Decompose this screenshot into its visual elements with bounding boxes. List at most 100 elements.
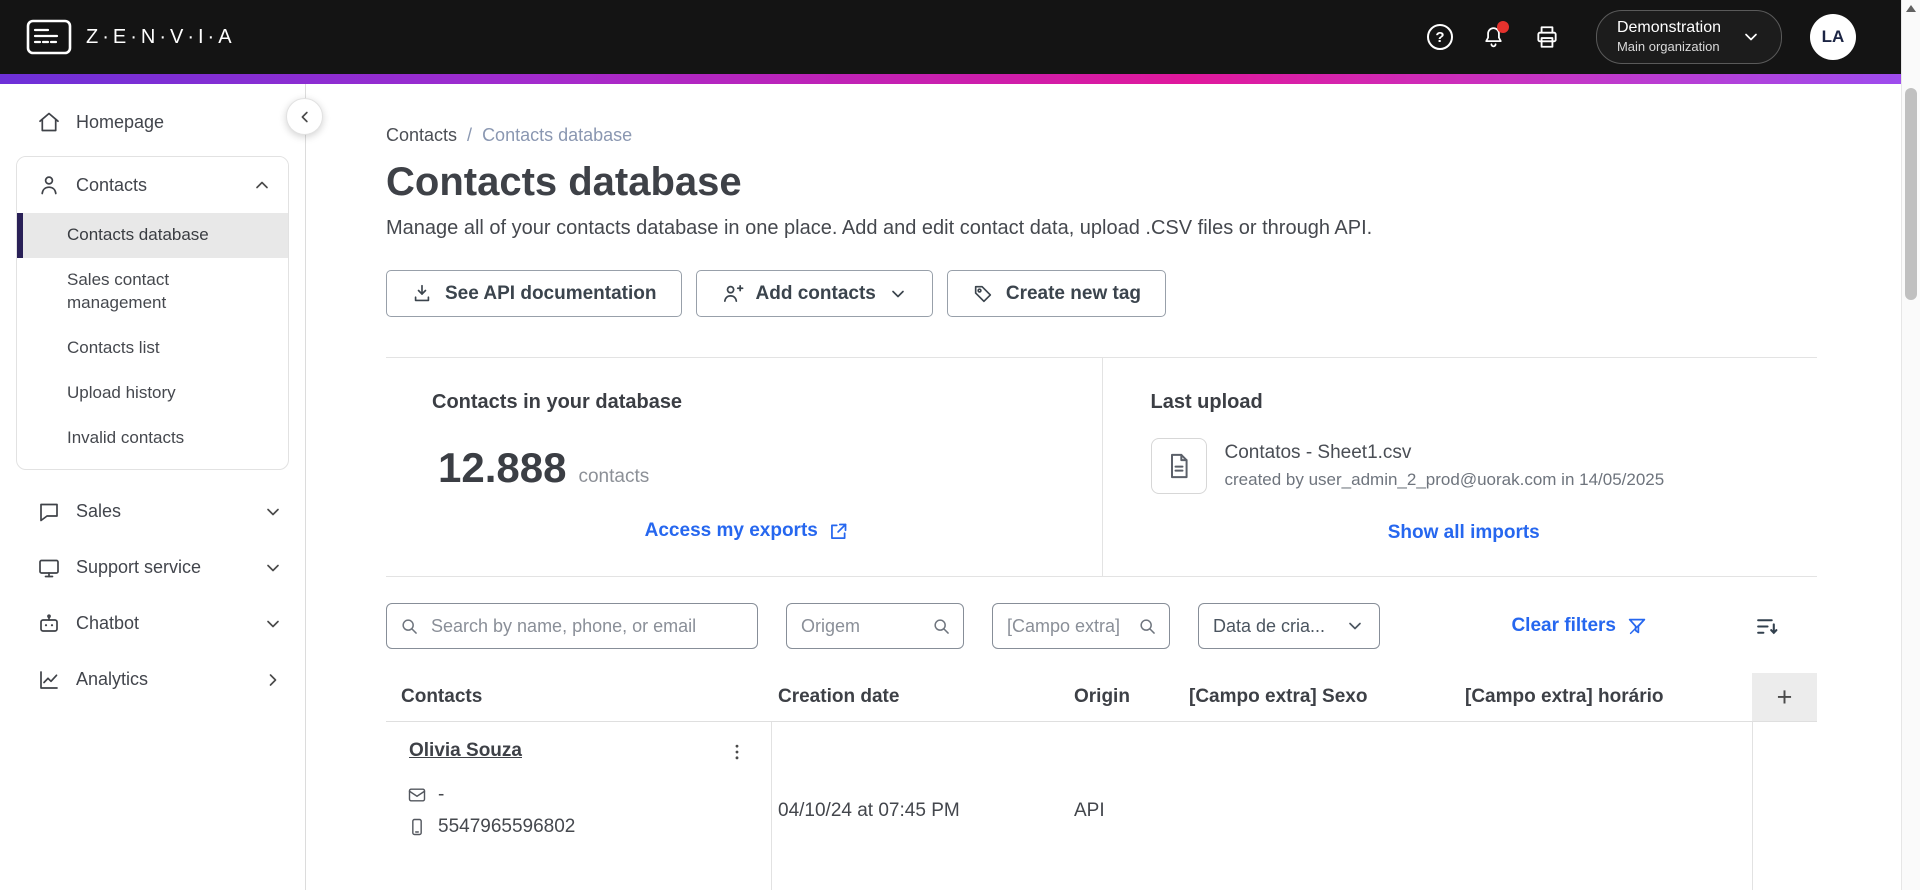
org-name: Demonstration [1616,19,1721,37]
contacts-count-panel: Contacts in your database 12.888 contact… [386,358,1102,576]
sidebar-item-sales[interactable]: Sales [0,483,305,540]
sidebar-collapse-button[interactable] [286,98,323,135]
contacts-count-unit: contacts [578,466,650,487]
main-content: Contacts / Contacts database Contacts da… [306,84,1920,890]
chat-icon [40,503,58,521]
show-all-imports-link[interactable]: Show all imports [1388,522,1540,544]
search-input[interactable] [386,603,758,649]
brand-text: Z·E·N·V·I·A [86,25,236,48]
contact-phone: 5547965596802 [438,816,576,837]
sidebar-item-homepage[interactable]: Homepage [0,94,305,150]
file-icon [1170,453,1188,479]
help-icon: ? [1426,24,1453,50]
column-header-origin: Origin [1074,686,1130,707]
app-header: Z·E·N·V·I·A ? Demonstration Main organiz… [0,0,1920,74]
sidebar-item-support-service[interactable]: Support service [0,539,305,596]
sidebar-item-invalid-contacts[interactable]: Invalid contacts [17,416,288,461]
export-icon [830,523,847,539]
clear-filters-link[interactable]: Clear filters [1511,615,1648,637]
contacts-icon [41,176,57,195]
chevron-left-icon [301,111,308,122]
contacts-count-row: 12.888 contacts [432,444,1062,492]
chevron-down-icon [892,290,904,297]
add-column-body-cell [1752,722,1817,890]
page-title: Contacts database [386,160,742,204]
filter-bar: Data de cria... Clear filters [386,603,1817,649]
tag-icon [974,285,992,302]
scrollbar[interactable] [1901,0,1920,890]
breadcrumb: Contacts / Contacts database [386,124,1817,146]
last-upload-title: Last upload [1150,391,1263,413]
brand-gradient-bar [0,74,1920,84]
clear-filters-icon [1628,618,1646,635]
chevron-right-icon [269,673,277,686]
zenvia-logo[interactable]: Z·E·N·V·I·A [26,19,236,55]
sidebar-item-contacts-list[interactable]: Contacts list [17,326,288,371]
scrollbar-thumb[interactable] [1905,88,1917,300]
org-switcher[interactable]: Demonstration Main organization [1595,10,1782,64]
scroll-up-arrow[interactable] [1902,0,1920,16]
filter-menu-button[interactable] [1754,614,1779,639]
chevron-down-icon [267,508,279,515]
sidebar-item-label: Homepage [76,111,165,132]
sidebar-item-analytics[interactable]: Analytics [0,651,305,708]
create-new-tag-button[interactable]: Create new tag [946,270,1167,317]
contacts-count-title: Contacts in your database [432,391,683,413]
origin-filter-wrap [786,603,964,649]
sidebar-item-label: Sales [76,501,122,522]
contact-email-line: - [407,784,747,806]
action-buttons: See API documentation Add contacts Creat… [386,270,1817,317]
chevron-up-icon [256,181,268,189]
see-api-documentation-button[interactable]: See API documentation [386,270,682,317]
printer-button[interactable] [1534,24,1560,50]
contacts-count-value: 12.888 [438,444,567,491]
sidebar-item-contacts-database[interactable]: Contacts database [17,213,288,258]
uploaded-file-meta: created by user_admin_2_prod@uorak.com i… [1224,470,1665,489]
column-header-creation-date: Creation date [778,686,900,707]
origin-cell: API [1074,800,1105,821]
sidebar-item-upload-history[interactable]: Upload history [17,371,288,416]
help-button[interactable]: ? [1426,24,1453,50]
header-actions: ? Demonstration Main organization LA [1426,10,1890,64]
sidebar-item-chatbot[interactable]: Chatbot [0,595,305,652]
support-icon [39,559,59,577]
campo-extra-horario-cell [1459,722,1752,890]
notification-dot [1496,20,1509,33]
sidebar-item-sales-contact-management[interactable]: Sales contact management [17,258,288,326]
notifications-button[interactable] [1481,20,1509,50]
contact-phone-line: 5547965596802 [407,816,747,838]
access-exports-link[interactable]: Access my exports [645,520,849,542]
row-menu-button[interactable] [727,740,747,764]
filter-menu-icon [1757,618,1778,634]
last-upload-info: Contatos - Sheet1.csv created by user_ad… [1225,442,1665,490]
creation-date-filter[interactable]: Data de cria... [1198,603,1380,649]
breadcrumb-contacts[interactable]: Contacts [386,124,457,146]
search-wrap [386,603,758,649]
sidebar-item-label: Contacts [76,174,148,195]
last-upload-panel: Last upload Contatos - Sheet1.csv create… [1101,358,1818,576]
add-column-button[interactable]: + [1752,673,1817,721]
contact-name-link[interactable]: Olivia Souza [409,740,522,762]
column-header-contacts: Contacts [401,686,483,707]
table-header-row: Contacts Creation date Origin [Campo ext… [386,673,1817,722]
search-icon [1140,619,1155,634]
sidebar-item-contacts[interactable]: Contacts [17,157,288,213]
sidebar-item-label: Support service [76,557,202,578]
last-upload-row: Contatos - Sheet1.csv created by user_ad… [1150,438,1778,494]
add-contacts-button[interactable]: Add contacts [695,270,933,317]
search-icon [934,619,949,634]
table-row: Olivia Souza - 5547965596802 04/10/24 at… [386,722,1817,890]
extra-field-filter-wrap [992,603,1170,649]
avatar[interactable]: LA [1810,14,1856,60]
sidebar: Homepage Contacts Contacts database Sale… [0,84,323,890]
sidebar-item-label: Analytics [76,669,149,690]
chevron-down-icon [1745,33,1757,41]
printer-icon [1537,26,1557,48]
triangle-up-icon [1906,4,1916,12]
summary-panels: Contacts in your database 12.888 contact… [386,357,1817,577]
sidebar-group-contacts: Contacts Contacts database Sales contact… [16,156,289,470]
breadcrumb-separator: / [467,125,473,145]
home-icon [39,112,59,132]
creation-date-cell: 04/10/24 at 07:45 PM [778,800,960,821]
contact-email: - [438,784,445,805]
